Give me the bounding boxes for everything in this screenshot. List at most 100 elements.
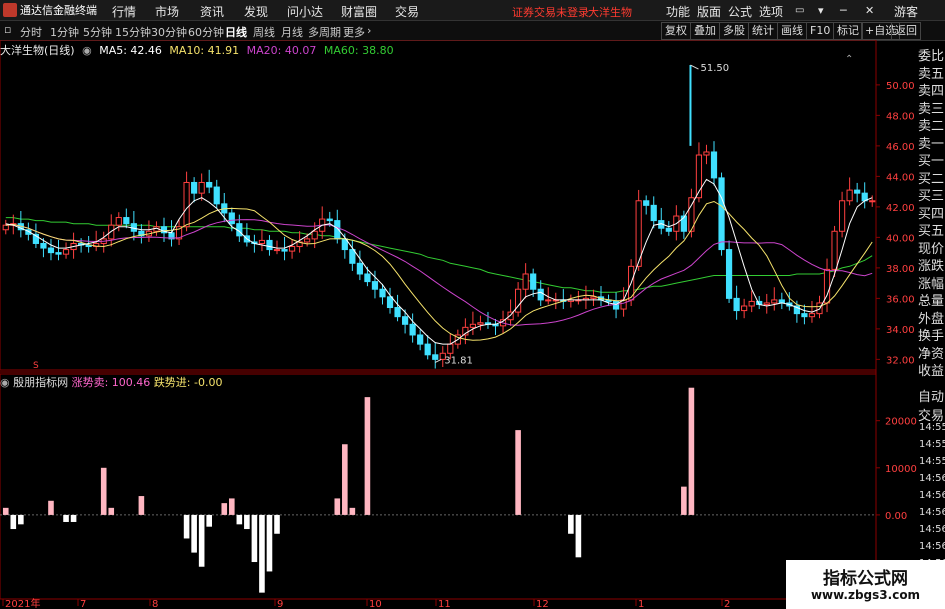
indicator-bar <box>342 444 348 515</box>
low-marker-line <box>435 358 442 363</box>
candle-body <box>213 186 220 205</box>
tab-15min[interactable]: 15分钟 <box>115 24 151 40</box>
candle-body <box>326 218 333 222</box>
side-label-1: 卖五 <box>918 66 945 82</box>
indicator-bar <box>18 514 24 525</box>
candle-body <box>846 189 853 202</box>
back-button[interactable]: 返回 <box>891 22 921 40</box>
menu-options[interactable]: 选项 <box>759 3 783 20</box>
menu-market-quotes[interactable]: 行情 <box>112 3 136 20</box>
indicator-bar <box>266 514 273 572</box>
menu-formula[interactable]: 公式 <box>728 3 752 20</box>
indicator-bar <box>63 514 69 522</box>
candle-body <box>522 273 529 290</box>
window-close-icon[interactable]: ✕ <box>865 4 874 17</box>
time-item-0: 14:55 <box>919 422 945 433</box>
x-tick-label: 2 <box>724 599 730 609</box>
indicator-bar <box>274 514 280 534</box>
candle-body <box>258 239 266 244</box>
candle-body <box>424 343 431 356</box>
minimize-icon[interactable]: ▭ <box>795 5 804 16</box>
tab-more[interactable]: 更多 <box>343 24 365 40</box>
candle-body <box>469 323 477 328</box>
tab-5min[interactable]: 5分钟 <box>83 24 112 40</box>
menu-market[interactable]: 市场 <box>155 3 179 20</box>
tab-multi-period[interactable]: 多周期 <box>308 24 341 40</box>
indicator-sell-label: 涨势卖: 100.46 <box>71 376 151 389</box>
indicator-bar <box>568 514 574 534</box>
mark-button[interactable]: 标记 <box>833 22 863 40</box>
candle-body <box>703 151 710 156</box>
ma5-label: MA5: 42.46 <box>99 44 162 57</box>
candle-body <box>838 200 846 232</box>
menu-discover[interactable]: 发现 <box>244 3 268 20</box>
price-tick-label: 36.00 <box>886 294 915 305</box>
time-item-4: 14:56 <box>919 490 945 501</box>
indicator-bar <box>198 514 205 567</box>
auto-trade-line1: 自动 <box>918 390 945 405</box>
f10-button[interactable]: F10 <box>806 22 835 40</box>
sidebar-toggle-icon[interactable]: ▫ <box>4 23 11 36</box>
menu-news[interactable]: 资讯 <box>200 3 224 20</box>
adjust-button[interactable]: 复权 <box>661 22 691 40</box>
multi-stock-button[interactable]: 多股 <box>719 22 749 40</box>
x-tick-label: 9 <box>277 599 283 609</box>
login-notice[interactable]: 证券交易未登录 <box>512 4 589 20</box>
statistics-button[interactable]: 统计 <box>748 22 778 40</box>
candle-body <box>854 189 861 194</box>
menu-ask[interactable]: 问小达 <box>287 3 323 20</box>
x-tick-label: 1 <box>638 599 644 609</box>
menu-wealth-circle[interactable]: 财富圈 <box>341 3 377 20</box>
tab-daily[interactable]: 日线 <box>225 24 247 40</box>
tab-weekly[interactable]: 周线 <box>253 24 275 40</box>
app-title: 通达信金融终端 <box>20 4 97 17</box>
side-label-7: 买二 <box>918 171 945 187</box>
user-label[interactable]: 游客 <box>894 3 918 20</box>
side-label-11: 现价 <box>918 241 945 257</box>
auto-trade-label[interactable]: 自动 交易 <box>918 386 945 424</box>
indicator-bar <box>681 486 687 515</box>
chart-canvas[interactable]: 50.00 48.00 46.00 44.00 42.00 40.00 38.00 36.00… <box>0 40 945 609</box>
side-label-0: 委比 <box>918 49 945 64</box>
x-tick-label: 10 <box>369 599 382 609</box>
tab-monthly[interactable]: 月线 <box>281 24 303 40</box>
overlay-button[interactable]: 叠加 <box>690 22 720 40</box>
menu-trade[interactable]: 交易 <box>395 3 419 20</box>
indicator-bar <box>229 498 235 515</box>
tab-intraday[interactable]: 分时 <box>20 24 42 40</box>
candle-body <box>198 181 205 194</box>
low-label: 31.81 <box>444 355 473 366</box>
candle-body <box>371 281 379 290</box>
quote-side-panel: 委比 卖五 卖四 卖三 卖二 卖一 买一 买二 买三 买四 买五 现价 涨跌 涨幅 总量 外盘 换手 净资 收益 <box>917 42 945 379</box>
price-tick-label: 40.00 <box>886 233 915 244</box>
tab-30min[interactable]: 30分钟 <box>151 24 187 40</box>
x-tick-label: 11 <box>438 599 451 609</box>
side-label-9: 买四 <box>918 206 945 222</box>
candle-body <box>650 204 657 222</box>
indicator-bar <box>2 507 9 515</box>
candle-body <box>530 273 537 290</box>
price-tick-label: 32.00 <box>886 355 915 366</box>
candle-body <box>801 313 808 318</box>
indicator-circle-icon[interactable]: ◉ <box>0 376 10 389</box>
side-label-14: 总量 <box>918 294 945 309</box>
side-label-8: 买三 <box>918 189 945 204</box>
draw-line-button[interactable]: 画线 <box>777 22 807 40</box>
candle-body <box>349 249 356 264</box>
indicator-bar <box>108 507 115 515</box>
chart-title: 大洋生物(日线) <box>0 44 75 57</box>
logo-icon <box>3 3 17 17</box>
candle-body <box>206 181 213 188</box>
candle-body <box>47 247 55 254</box>
side-label-17: 净资 <box>918 346 945 362</box>
legend-circle-icon[interactable]: ◉ <box>82 44 92 57</box>
menu-functions[interactable]: 功能 <box>666 3 690 20</box>
tab-1min[interactable]: 1分钟 <box>50 24 79 40</box>
candle-body <box>311 230 318 240</box>
candle-body <box>273 249 281 252</box>
chevron-down-icon[interactable]: ▾ <box>818 4 824 17</box>
tab-60min[interactable]: 60分钟 <box>188 24 224 40</box>
menu-layout[interactable]: 版面 <box>697 3 721 20</box>
window-minimize-icon[interactable]: ─ <box>840 4 847 17</box>
more-chevron-icon[interactable]: › <box>367 24 371 37</box>
